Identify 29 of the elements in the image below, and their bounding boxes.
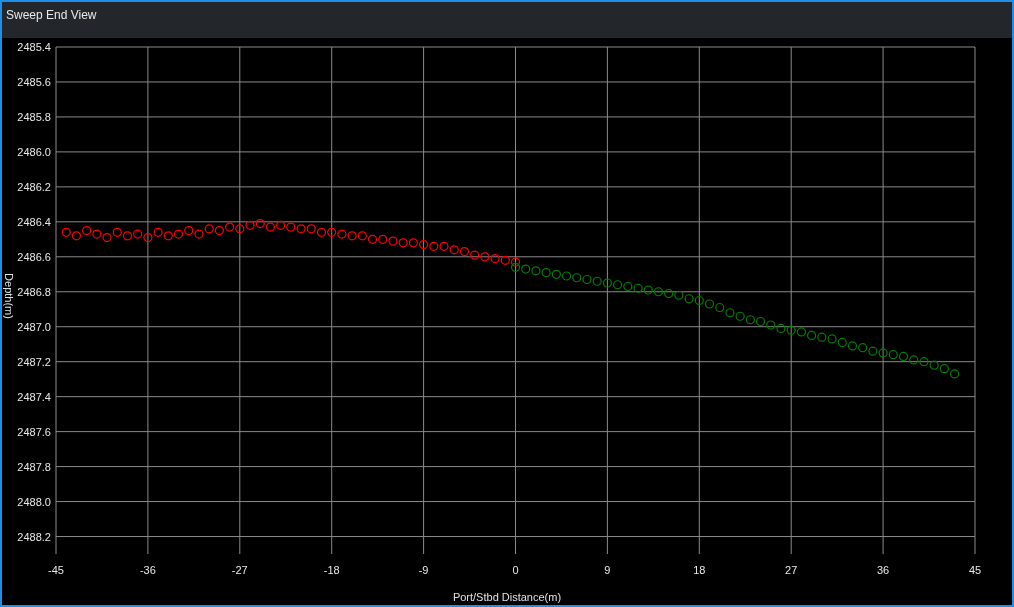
tick-label: -45 [48, 564, 64, 576]
y-axis-title: Depth(m) [3, 273, 15, 319]
tick-label: 2485.4 [17, 41, 51, 53]
tick-label: 9 [604, 564, 611, 576]
tick-label: 2486.8 [17, 285, 51, 298]
tick-label: 2488.0 [17, 495, 51, 508]
tick-label: -18 [323, 564, 340, 576]
tick-label: 2486.2 [17, 180, 51, 193]
tick-label: 2485.6 [17, 75, 51, 88]
tick-label: 2487.0 [17, 320, 51, 333]
tick-label: 2486.6 [17, 250, 51, 263]
tick-label: 18 [693, 564, 706, 576]
tick-label: 2486.4 [17, 215, 51, 228]
tick-label: -9 [418, 564, 429, 576]
tick-label: -27 [231, 564, 248, 576]
tick-label: 27 [785, 564, 798, 576]
tick-label: 2487.6 [17, 425, 51, 438]
window-title: Sweep End View [6, 8, 97, 22]
tick-label: 2485.8 [17, 110, 51, 123]
tick-label: -36 [139, 564, 156, 576]
tick-label: 2488.2 [17, 530, 51, 543]
tick-label: 45 [968, 564, 982, 576]
tick-label: 2487.8 [17, 460, 51, 473]
tick-label: 0 [512, 564, 519, 576]
tick-label: 2486.0 [17, 145, 51, 158]
tick-label: 2487.4 [17, 390, 51, 403]
x-axis-title: Port/Stbd Distance(m) [452, 591, 562, 603]
tick-label: 36 [876, 564, 890, 576]
tick-label: 2487.2 [17, 355, 51, 368]
